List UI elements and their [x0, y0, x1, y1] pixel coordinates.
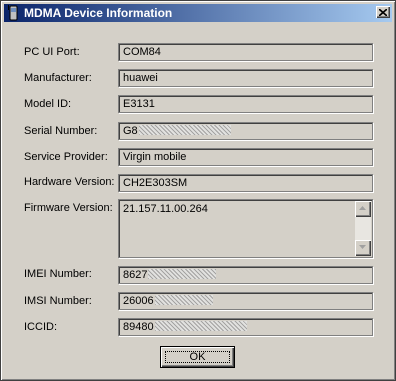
imei-number-value: 8627: [123, 269, 148, 281]
pc-ui-port-value: COM84: [123, 46, 161, 58]
scroll-up-button[interactable]: [355, 201, 371, 217]
firmware-version-value: 21.157.11.00.264: [123, 203, 208, 215]
imsi-number-label: IMSI Number:: [24, 295, 92, 307]
close-button[interactable]: [376, 6, 390, 18]
serial-number-field[interactable]: G8: [118, 122, 373, 140]
manufacturer-label: Manufacturer:: [24, 72, 92, 84]
firmware-version-label: Firmware Version:: [24, 202, 113, 214]
serial-number-label: Serial Number:: [24, 125, 98, 137]
hardware-version-label: Hardware Version:: [24, 176, 115, 188]
iccid-value: 89480: [123, 321, 154, 333]
window-title: MDMA Device Information: [24, 6, 173, 20]
redacted-mask: [154, 295, 213, 305]
model-id-field[interactable]: E3131: [118, 95, 373, 113]
title-bar[interactable]: MDMA Device Information: [4, 4, 392, 22]
service-provider-label: Service Provider:: [24, 151, 108, 163]
hardware-version-field[interactable]: CH2E303SM: [118, 174, 373, 192]
device-info-dialog: MDMA Device Information PC UI Port: COM8…: [0, 0, 396, 381]
imsi-number-field[interactable]: 26006: [118, 292, 373, 310]
hardware-version-value: CH2E303SM: [123, 177, 188, 189]
scroll-down-button[interactable]: [355, 240, 371, 256]
imei-number-label: IMEI Number:: [24, 268, 92, 280]
phone-icon: [7, 5, 19, 21]
ok-button[interactable]: OK: [160, 346, 235, 368]
firmware-version-textarea[interactable]: 21.157.11.00.264: [118, 199, 373, 258]
focus-rect: [165, 351, 230, 363]
manufacturer-field[interactable]: huawei: [118, 69, 373, 87]
redacted-mask: [138, 125, 231, 135]
arrow-up-icon: [359, 206, 366, 210]
model-id-label: Model ID:: [24, 98, 72, 110]
iccid-label: ICCID:: [24, 321, 57, 333]
pc-ui-port-field[interactable]: COM84: [118, 43, 373, 61]
redacted-mask: [154, 321, 247, 331]
service-provider-value: Virgin mobile: [123, 151, 187, 163]
pc-ui-port-label: PC UI Port:: [24, 46, 80, 58]
iccid-field[interactable]: 89480: [118, 318, 373, 336]
service-provider-field[interactable]: Virgin mobile: [118, 148, 373, 166]
close-icon: [379, 8, 387, 16]
model-id-value: E3131: [123, 98, 155, 110]
imei-number-field[interactable]: 8627: [118, 266, 373, 284]
firmware-scrollbar[interactable]: [355, 201, 371, 256]
redacted-mask: [148, 269, 217, 279]
manufacturer-value: huawei: [123, 72, 158, 84]
arrow-down-icon: [359, 245, 366, 249]
serial-number-value: G8: [123, 125, 138, 137]
imsi-number-value: 26006: [123, 295, 154, 307]
